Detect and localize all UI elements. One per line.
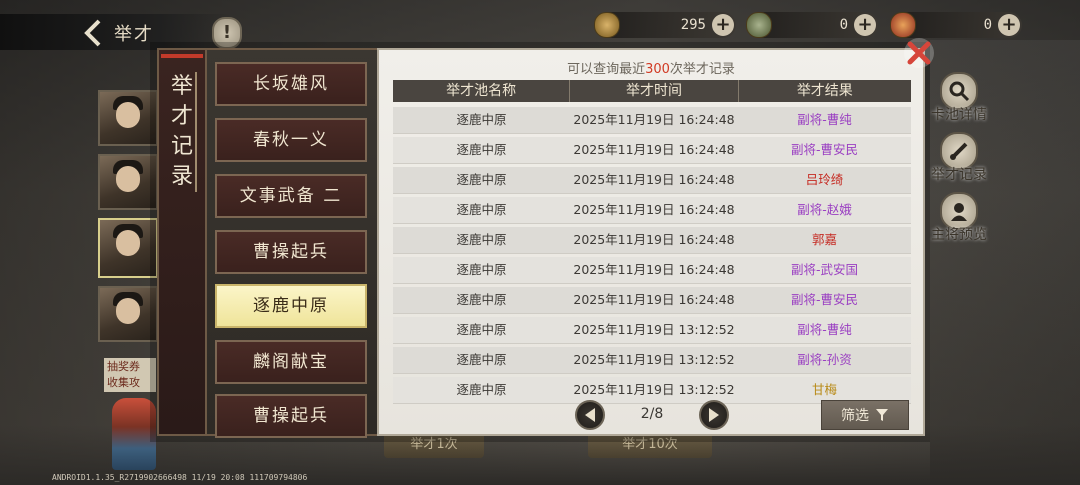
table-row: 逐鹿中原 2025年11月19日 16:24:48 郭嘉 [393, 227, 911, 254]
hero-portrait-strip [98, 90, 158, 350]
cell-time: 2025年11月19日 16:24:48 [573, 262, 735, 277]
hero-portrait[interactable] [98, 154, 158, 210]
cell-result: 副将-曹安民 [790, 292, 858, 307]
resource-value: 295 [680, 17, 706, 33]
column-header-pool: 举才池名称 [393, 80, 571, 102]
notice-suffix: 次举才记录 [669, 62, 735, 77]
cell-result: 副将-孙资 [797, 352, 852, 367]
cell-result: 副将-武安国 [790, 262, 858, 277]
hero-portrait[interactable] [98, 90, 158, 146]
notice-prefix: 可以查询最近 [567, 62, 646, 77]
table-row: 逐鹿中原 2025年11月19日 16:24:48 副将-武安国 [393, 257, 911, 284]
hero-preview-button[interactable]: 主将预览 [924, 192, 994, 244]
pool-category-list: 长坂雄风 春秋一义 文事武备 二 曹操起兵 逐鹿中原 麟阁献宝 曹操起兵 [207, 48, 377, 438]
table-row: 逐鹿中原 2025年11月19日 16:24:48 吕玲绮 [393, 167, 911, 194]
token-icon [890, 12, 916, 38]
next-arrow-icon [709, 408, 719, 422]
tab-accent [161, 54, 203, 58]
category-button[interactable]: 长坂雄风 [215, 62, 367, 106]
add-coin-button[interactable]: + [712, 14, 734, 36]
page-title: 举才 [114, 24, 154, 45]
cell-result: 郭嘉 [811, 232, 837, 247]
cell-pool: 逐鹿中原 [456, 202, 507, 217]
cell-time: 2025年11月19日 13:12:52 [573, 352, 735, 367]
cell-pool: 逐鹿中原 [456, 232, 507, 247]
category-button[interactable]: 春秋一义 [215, 118, 367, 162]
back-arrow-icon [84, 19, 101, 47]
cell-result: 副将-赵娥 [797, 202, 852, 217]
cell-time: 2025年11月19日 16:24:48 [573, 142, 735, 157]
category-button[interactable]: 曹操起兵 [215, 394, 367, 438]
cell-time: 2025年11月19日 16:24:48 [573, 292, 735, 307]
add-token-button[interactable]: + [998, 14, 1020, 36]
table-row: 逐鹿中原 2025年11月19日 16:24:48 副将-曹纯 [393, 107, 911, 134]
modal-vertical-tab: 举才记录 [157, 48, 207, 436]
resource-value: 0 [983, 17, 992, 33]
cell-pool: 逐鹿中原 [456, 142, 507, 157]
draw-ticket-tag[interactable]: 抽奖券 收集攻 [104, 358, 156, 392]
cell-result: 副将-曹安民 [790, 142, 858, 157]
column-header-result: 举才结果 [796, 83, 853, 99]
cell-time: 2025年11月19日 16:24:48 [573, 232, 735, 247]
draw-record-button[interactable]: 举才记录 [924, 132, 994, 184]
record-panel: 可以查询最近300次举才记录 举才池名称 举才时间 举才结果 逐鹿中原 2025年… [377, 48, 925, 436]
table-header: 举才池名称 举才时间 举才结果 [393, 80, 911, 102]
category-button[interactable]: 文事武备 二 [215, 174, 367, 218]
cell-time: 2025年11月19日 13:12:52 [573, 322, 735, 337]
table-row: 逐鹿中原 2025年11月19日 16:24:48 副将-曹安民 [393, 137, 911, 164]
title-divider [195, 72, 197, 192]
category-button-active[interactable]: 逐鹿中原 [215, 284, 367, 328]
prev-arrow-icon [585, 408, 595, 422]
column-header-time: 举才时间 [570, 80, 739, 102]
cell-time: 2025年11月19日 16:24:48 [573, 112, 735, 127]
add-jade-button[interactable]: + [854, 14, 876, 36]
modal-title: 举才记录 [170, 74, 193, 189]
cell-pool: 逐鹿中原 [456, 262, 507, 277]
side-item-label: 卡池详情 [931, 107, 987, 123]
filter-label: 筛选 [841, 408, 869, 424]
page-indicator: 2/8 [640, 406, 664, 422]
hero-portrait[interactable] [98, 286, 158, 342]
pool-details-button[interactable]: 卡池详情 [924, 72, 994, 124]
side-item-label: 主将预览 [931, 227, 987, 243]
table-row: 逐鹿中原 2025年11月19日 16:24:48 副将-曹安民 [393, 287, 911, 314]
table-row: 逐鹿中原 2025年11月19日 16:24:48 副将-赵娥 [393, 197, 911, 224]
cell-result: 副将-曹纯 [797, 322, 852, 337]
table-row: 逐鹿中原 2025年11月19日 13:12:52 副将-曹纯 [393, 317, 911, 344]
close-icon[interactable] [902, 36, 936, 70]
cell-result: 吕玲绮 [805, 172, 844, 187]
back-button[interactable] [74, 18, 114, 48]
cell-pool: 逐鹿中原 [456, 352, 507, 367]
cell-result: 副将-曹纯 [797, 112, 852, 127]
side-item-label: 举才记录 [931, 167, 987, 183]
notice-highlight: 300 [645, 62, 670, 77]
funnel-icon [876, 409, 888, 421]
cell-time: 2025年11月19日 16:24:48 [573, 172, 735, 187]
cell-pool: 逐鹿中原 [456, 112, 507, 127]
cell-pool: 逐鹿中原 [456, 382, 507, 397]
cell-time: 2025年11月19日 16:24:48 [573, 202, 735, 217]
cell-pool: 逐鹿中原 [456, 292, 507, 307]
table-row: 逐鹿中原 2025年11月19日 13:12:52 副将-孙资 [393, 347, 911, 374]
record-table-body: 逐鹿中原 2025年11月19日 16:24:48 副将-曹纯 逐鹿中原 2025年11… [393, 107, 911, 407]
filter-button[interactable]: 筛选 [821, 400, 909, 430]
resource-token: 0 + [890, 12, 1022, 38]
resource-coin: 295 + [594, 12, 736, 38]
prev-page-button[interactable] [575, 400, 605, 430]
build-info: ANDROID1.1.35_R2719902666498 11/19 20:08… [52, 473, 308, 482]
category-button[interactable]: 曹操起兵 [215, 230, 367, 274]
coin-icon [594, 12, 620, 38]
resource-value: 0 [839, 17, 848, 33]
jade-icon [746, 12, 772, 38]
cell-pool: 逐鹿中原 [456, 322, 507, 337]
category-button[interactable]: 麟阁献宝 [215, 340, 367, 384]
next-page-button[interactable] [699, 400, 729, 430]
cell-pool: 逐鹿中原 [456, 172, 507, 187]
hero-portrait-selected[interactable] [98, 218, 158, 278]
resource-jade: 0 + [746, 12, 878, 38]
record-notice: 可以查询最近300次举才记录 [379, 58, 923, 77]
